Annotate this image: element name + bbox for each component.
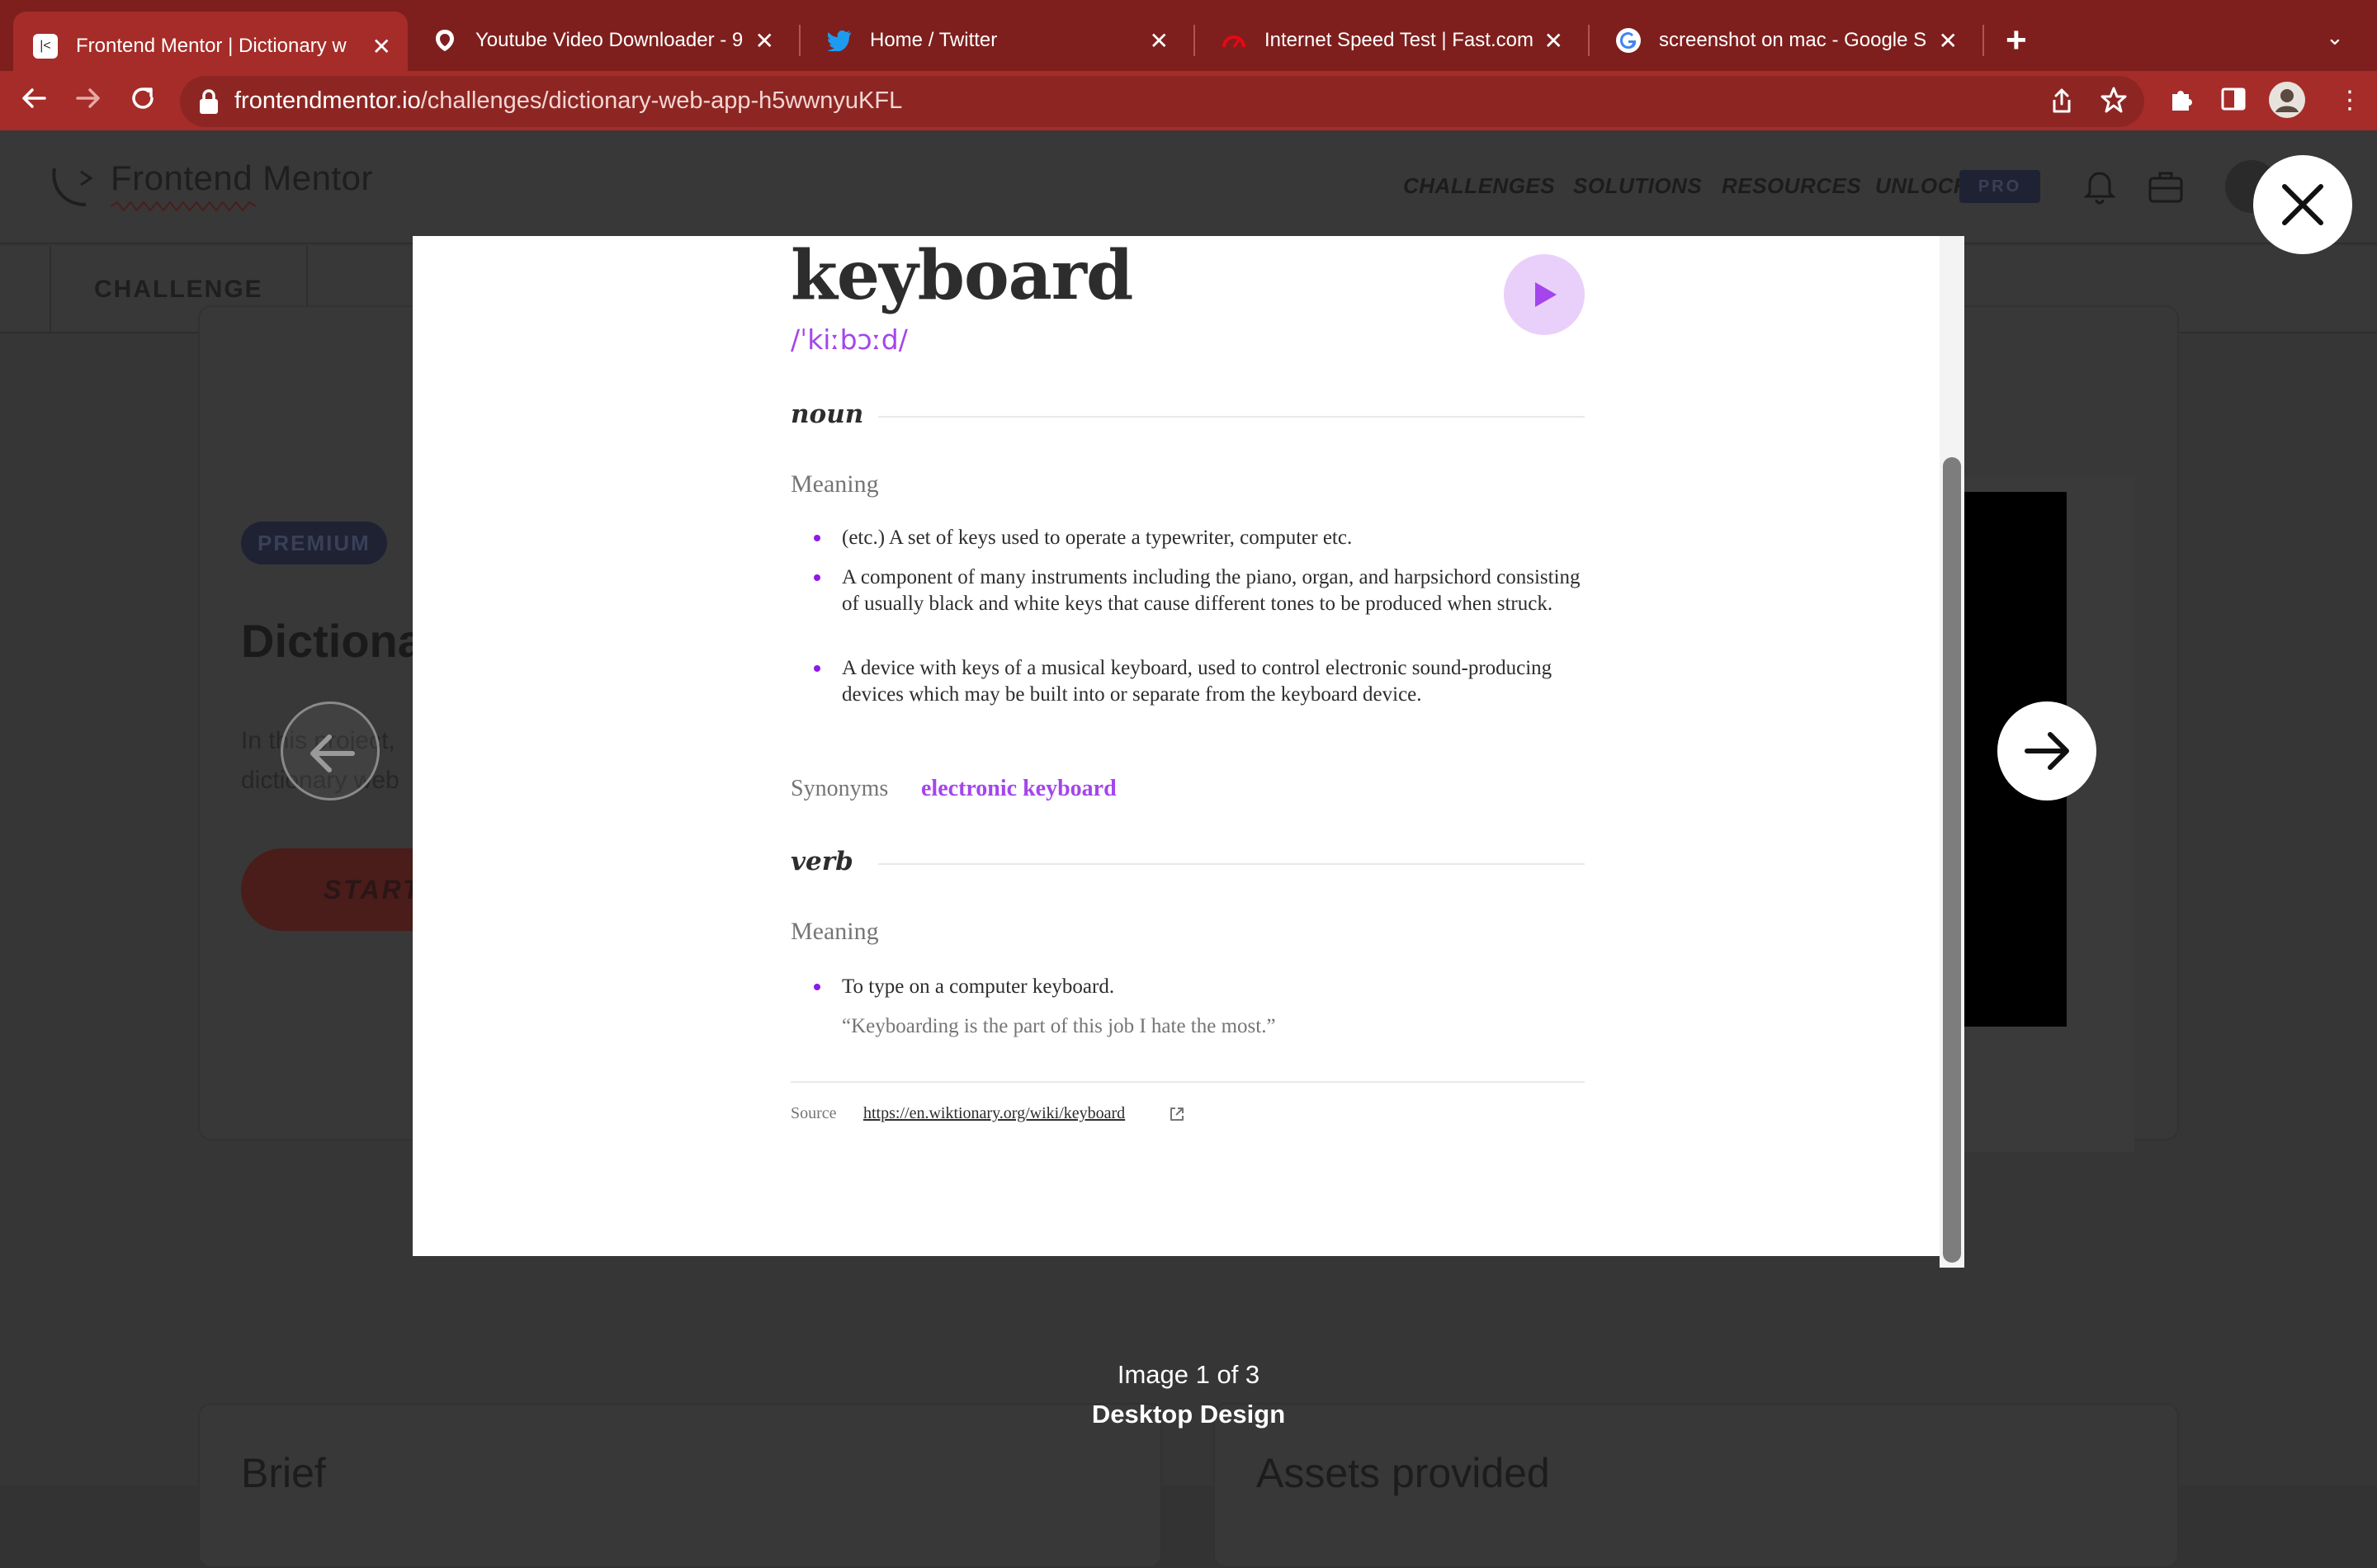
back-arrow-icon[interactable] xyxy=(20,84,48,120)
lightbox-design-image xyxy=(413,236,1964,1256)
close-lightbox-button[interactable] xyxy=(2253,155,2352,254)
premium-badge: PREMIUM xyxy=(241,522,387,564)
external-link-icon xyxy=(1170,1108,1184,1121)
definition-item: A device with keys of a musical keyboard… xyxy=(842,657,1552,706)
synonym-link: electronic keyboard xyxy=(921,776,1117,801)
close-tab-icon[interactable]: ✕ xyxy=(1150,27,1169,54)
meaning-heading: Meaning xyxy=(791,918,879,945)
site-header: Frontend Mentor CHALLENGES SOLUTIONS RES… xyxy=(0,130,2377,244)
next-image-button[interactable] xyxy=(1997,701,2096,801)
lock-icon xyxy=(200,89,218,114)
tab-google-search[interactable]: screenshot on mac - Google Se ✕ xyxy=(1596,12,1974,69)
share-icon[interactable] xyxy=(2050,87,2073,121)
part-of-speech-label: verb xyxy=(791,847,853,876)
synonyms-label: Synonyms xyxy=(791,776,889,801)
tab-title: Youtube Video Downloader - 9 xyxy=(475,29,744,51)
part-of-speech-noun: noun xyxy=(791,399,1585,432)
tab-title: Home / Twitter xyxy=(870,29,998,51)
nav-resources[interactable]: RESOURCES xyxy=(1722,173,1861,199)
savefrom-icon xyxy=(432,28,457,53)
list-bullet xyxy=(814,984,820,990)
tab-title: screenshot on mac - Google Se xyxy=(1659,29,1927,51)
image-counter: Image 1 of 3 xyxy=(1117,1360,1260,1389)
tab-separator xyxy=(799,25,801,56)
tab-title: Frontend Mentor | Dictionary w xyxy=(76,35,347,57)
assets-heading: Assets provided xyxy=(1256,1450,1550,1496)
pro-badge[interactable]: PRO xyxy=(1959,170,2040,203)
play-audio-button[interactable] xyxy=(1504,254,1585,335)
dictionary-word: keyboard xyxy=(791,236,1133,315)
play-icon xyxy=(1535,282,1557,307)
divider-line xyxy=(878,416,1585,418)
challenge-title: Dictiona xyxy=(241,615,423,667)
bookmark-star-icon[interactable] xyxy=(2100,86,2128,121)
tab-separator xyxy=(1193,25,1195,56)
tab-title: Internet Speed Test | Fast.com xyxy=(1264,29,1533,51)
brief-heading: Brief xyxy=(241,1450,326,1496)
tab-fast-com[interactable]: Internet Speed Test | Fast.com ✕ xyxy=(1202,12,1580,69)
address-bar[interactable]: frontendmentor.io/challenges/dictionary-… xyxy=(180,76,2144,127)
usage-example: “Keyboarding is the part of this job I h… xyxy=(842,1015,1276,1037)
url-text[interactable]: frontendmentor.io/challenges/dictionary-… xyxy=(234,87,902,115)
frontend-mentor-icon: |< xyxy=(33,34,58,59)
part-of-speech-label: noun xyxy=(791,399,864,429)
divider-line xyxy=(878,863,1585,865)
nav-solutions[interactable]: SOLUTIONS xyxy=(1573,173,1702,199)
google-g-icon xyxy=(1616,28,1641,53)
twitter-bird-icon xyxy=(827,28,852,53)
profile-avatar-icon[interactable] xyxy=(2268,81,2306,126)
list-bullet xyxy=(814,535,820,541)
definition-item: (etc.) A set of keys used to operate a t… xyxy=(842,527,1353,549)
source-link: https://en.wiktionary.org/wiki/keyboard xyxy=(863,1104,1126,1122)
phonetic-text: /ˈkiːbɔːd/ xyxy=(791,324,908,356)
tab-search-chevron-icon[interactable]: ⌄ xyxy=(2326,25,2344,50)
tab-separator xyxy=(1588,25,1590,56)
close-icon xyxy=(2282,184,2323,225)
list-bullet xyxy=(814,665,820,672)
meaning-heading: Meaning xyxy=(791,470,879,498)
definition-item: A component of many instruments includin… xyxy=(842,566,1581,615)
browser-toolbar: frontendmentor.io/challenges/dictionary-… xyxy=(0,71,2377,130)
lightbox-scrollbar-thumb[interactable] xyxy=(1943,457,1961,1263)
fast-gauge-icon xyxy=(1222,28,1246,53)
close-tab-icon[interactable]: ✕ xyxy=(1939,27,1958,54)
reload-icon[interactable] xyxy=(129,84,157,120)
close-tab-icon[interactable]: ✕ xyxy=(1544,27,1563,54)
tab-twitter[interactable]: Home / Twitter ✕ xyxy=(807,12,1185,69)
extensions-puzzle-icon[interactable] xyxy=(2169,86,2195,120)
close-tab-icon[interactable]: ✕ xyxy=(372,33,391,60)
browser-tab-strip: |< Frontend Mentor | Dictionary w ✕ Yout… xyxy=(0,0,2377,81)
nav-unlock[interactable]: UNLOCK xyxy=(1875,173,1969,199)
new-tab-plus-icon[interactable]: + xyxy=(2006,20,2027,61)
tab-separator xyxy=(1982,25,1984,56)
tab-youtube-downloader[interactable]: Youtube Video Downloader - 9 ✕ xyxy=(413,12,791,69)
url-host: frontendmentor.io xyxy=(234,87,421,114)
part-of-speech-verb: verb xyxy=(791,847,1585,880)
brand-name[interactable]: Frontend Mentor xyxy=(111,158,373,198)
forward-arrow-icon[interactable] xyxy=(74,84,102,120)
source-divider xyxy=(791,1081,1585,1083)
list-bullet xyxy=(814,574,820,581)
image-caption: Desktop Design xyxy=(1091,1400,1286,1429)
definition-item: To type on a computer keyboard. xyxy=(842,975,1115,998)
side-panel-icon[interactable] xyxy=(2220,86,2247,120)
notification-bell-icon[interactable] xyxy=(2083,167,2116,205)
arrow-left-icon xyxy=(310,734,355,772)
url-path: /challenges/dictionary-web-app-h5wwnyuKF… xyxy=(420,87,903,114)
nav-challenges[interactable]: CHALLENGES xyxy=(1403,173,1555,199)
arrow-right-icon xyxy=(2025,732,2069,770)
brand-underline-squiggle xyxy=(111,201,256,211)
briefcase-icon[interactable] xyxy=(2148,168,2184,205)
close-tab-icon[interactable]: ✕ xyxy=(755,27,774,54)
frontend-mentor-logo[interactable] xyxy=(48,162,102,211)
previous-image-button[interactable] xyxy=(281,701,380,801)
browser-menu-icon[interactable]: ⋮ xyxy=(2337,86,2362,116)
source-label: Source xyxy=(791,1104,837,1122)
